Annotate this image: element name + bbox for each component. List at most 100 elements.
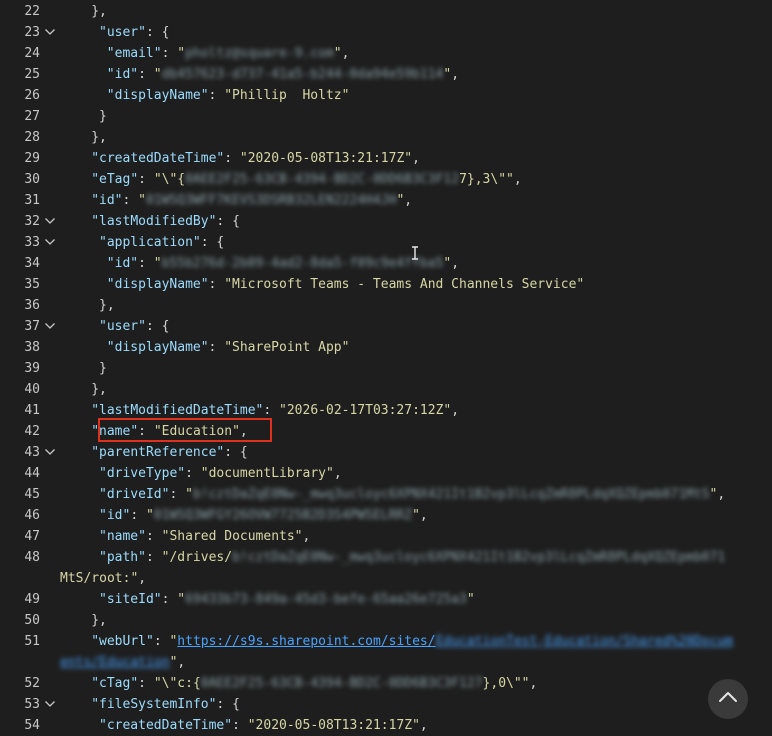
line-number: 23 <box>24 25 40 40</box>
code-content: }, <box>91 379 107 400</box>
json-key: "cTag" <box>91 676 139 691</box>
json-key: "id" <box>106 67 139 82</box>
json-string: MtS/root:" <box>60 571 139 586</box>
punctuation: : <box>232 718 248 733</box>
punctuation: , <box>513 172 522 187</box>
line-number: 31 <box>24 193 40 208</box>
chevron-down-icon[interactable] <box>44 237 56 247</box>
redacted-value: b!cztDaZqE0Nw-_mwq3ucloyc6XPNX421It1B2vp… <box>192 487 710 502</box>
punctuation: , <box>177 655 186 670</box>
json-key: "displayName" <box>106 277 209 292</box>
code-line: 38 "displayName": "SharePoint App" <box>0 337 772 358</box>
redacted-link-part[interactable]: ents/Education <box>60 655 170 670</box>
code-line: 43 "parentReference": { <box>0 442 772 463</box>
punctuation: , <box>412 151 420 166</box>
json-string: "Phillip Holtz" <box>224 88 350 103</box>
code-content: "lastModifiedBy": { <box>91 211 240 232</box>
punctuation: : { <box>145 319 170 334</box>
json-key: "email" <box>106 46 162 61</box>
chevron-down-icon[interactable] <box>44 321 56 331</box>
json-string: "\"c:{ <box>153 676 201 691</box>
code-line: ents/Education", <box>0 652 772 673</box>
line-number: 45 <box>24 487 40 502</box>
code-line: 27} <box>0 106 772 127</box>
code-content: MtS/root:", <box>60 568 146 589</box>
code-content: "user": { <box>99 316 169 337</box>
code-line: 31 "id": "01WSQ3WFF7KEVS3DSRB32LEN2224H4J… <box>0 190 772 211</box>
punctuation: } <box>99 109 107 124</box>
json-viewer: 22}, 23 "user": {24 "email": "pholtz@square… <box>0 0 772 735</box>
punctuation: : <box>263 403 280 418</box>
code-line: 35 "displayName": "Microsoft Teams - Team… <box>0 274 772 295</box>
chevron-down-icon[interactable] <box>44 699 56 709</box>
code-content: "siteId": "69433b73-849a-45d3-befe-65aa2… <box>99 589 475 610</box>
code-content: "id": "01WSQ3WFGY26OVW7725B2D3S4PWSELRRZ… <box>99 505 428 526</box>
punctuation: }, <box>91 130 107 145</box>
punctuation: }, <box>91 4 107 19</box>
punctuation: , <box>717 487 726 502</box>
json-string: "SharePoint App" <box>224 340 350 355</box>
code-line: 49 "siteId": "69433b73-849a-45d3-befe-65a… <box>0 589 772 610</box>
code-content: "application": { <box>99 232 224 253</box>
code-line: 36}, <box>0 295 772 316</box>
chevron-down-icon[interactable] <box>44 447 56 457</box>
chevron-down-icon[interactable] <box>44 216 56 226</box>
line-number: 34 <box>24 256 40 271</box>
json-string: " <box>443 67 452 82</box>
redacted-link-part[interactable]: EducationTest-Education/Shared%20Docum <box>436 634 733 649</box>
code-content: "id": "01WSQ3WFF7KEVS3DSRB32LEN2224H4JH"… <box>91 190 412 211</box>
punctuation: : { <box>216 214 240 229</box>
code-content: "webUrl": "https://s9s.sharepoint.com/si… <box>91 631 733 652</box>
scroll-to-top-button[interactable] <box>708 679 748 719</box>
line-number: 50 <box>24 613 40 628</box>
chevron-down-icon[interactable] <box>44 27 56 37</box>
line-number: 36 <box>24 298 40 313</box>
code-line: 51 "webUrl": "https://s9s.sharepoint.com/… <box>0 631 772 652</box>
json-string: " <box>185 487 193 502</box>
punctuation: , <box>529 676 538 691</box>
line-number: 41 <box>24 403 40 418</box>
line-number: 47 <box>24 529 40 544</box>
punctuation: : <box>153 634 170 649</box>
redacted-value: db457623-d737-41a5-b244-0da94e59b114 <box>161 67 444 82</box>
code-content: "driveId": "b!cztDaZqE0Nw-_mwq3ucloyc6XP… <box>99 484 725 505</box>
line-number: 51 <box>24 634 40 649</box>
line-number: 25 <box>24 67 40 82</box>
code-content: }, <box>91 610 107 631</box>
punctuation: }, <box>91 382 107 397</box>
punctuation: : <box>208 88 225 103</box>
line-number: 27 <box>24 109 40 124</box>
line-number: 43 <box>24 445 40 460</box>
json-key: "path" <box>99 550 146 565</box>
punctuation: : <box>138 172 154 187</box>
punctuation: } <box>99 361 107 376</box>
web-url-link[interactable]: https://s9s.sharepoint.com/sites/ <box>177 634 435 649</box>
code-line: 52 "cTag": "\"c:{0AEE2F25-63CB-4394-BD2C-… <box>0 673 772 694</box>
line-number: 46 <box>24 508 40 523</box>
code-line: 32 "lastModifiedBy": { <box>0 211 772 232</box>
json-string: "2020-05-08T13:21:17Z" <box>239 151 413 166</box>
json-string: " <box>153 256 162 271</box>
json-key: "name" <box>99 529 146 544</box>
json-string: " <box>443 256 452 271</box>
json-string: "\"{ <box>153 172 186 187</box>
punctuation: , <box>138 571 147 586</box>
line-number: 52 <box>24 676 40 691</box>
code-line: 29 "createdDateTime": "2020-05-08T13:21:1… <box>0 148 772 169</box>
code-content: "createdDateTime": "2020-05-08T13:21:17Z… <box>91 148 420 169</box>
code-content: "id": "db457623-d737-41a5-b244-0da94e59b… <box>107 64 459 85</box>
line-number: 22 <box>24 4 40 19</box>
punctuation: , <box>302 529 311 544</box>
punctuation: : <box>138 256 154 271</box>
punctuation: : { <box>224 445 248 460</box>
code-content: "parentReference": { <box>91 442 248 463</box>
json-key: "id" <box>91 193 123 208</box>
code-content: ents/Education", <box>60 652 185 673</box>
punctuation: , <box>404 193 413 208</box>
line-number: 28 <box>24 130 40 145</box>
code-content: }, <box>91 1 107 22</box>
redacted-value: 01WSQ3WFGY26OVW7725B2D3S4PWSELRRZ <box>153 508 413 523</box>
json-string: },0\"" <box>482 676 530 691</box>
code-content: "displayName": "Phillip Holtz" <box>107 85 350 106</box>
code-content: "cTag": "\"c:{0AEE2F25-63CB-4394-BD2C-0D… <box>91 673 537 694</box>
